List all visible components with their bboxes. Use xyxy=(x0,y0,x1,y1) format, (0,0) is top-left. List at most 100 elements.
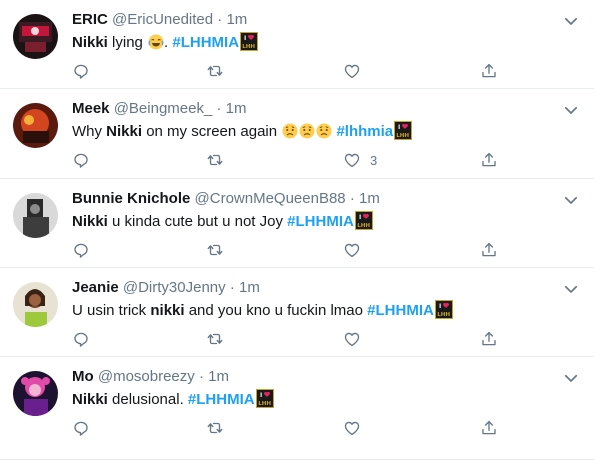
worried-emoji-icon xyxy=(282,123,298,139)
tweet-text-segment: Why xyxy=(72,123,107,140)
chevron-down-icon[interactable] xyxy=(562,101,580,119)
reply-button[interactable] xyxy=(72,150,90,170)
user-handle[interactable]: @CrownMeQueenB88 xyxy=(195,190,346,207)
hashtag-link[interactable]: #LHHMIA xyxy=(188,391,255,408)
timestamp[interactable]: 1m xyxy=(239,279,260,296)
like-icon[interactable] xyxy=(343,241,361,259)
svg-text:LHH: LHH xyxy=(242,44,255,50)
tweet-text: Nikki delusional. #LHHMIA I LHH xyxy=(72,389,274,411)
tweet-actions: 3 xyxy=(72,150,512,170)
display-name[interactable]: Mo xyxy=(72,368,94,385)
separator-dot: · xyxy=(217,11,223,28)
display-name[interactable]: ERIC xyxy=(72,11,108,28)
hashtag-link[interactable]: #LHHMIA xyxy=(367,302,434,319)
tweet-header: ERIC @EricUnedited · 1m xyxy=(72,10,247,30)
retweet-icon[interactable] xyxy=(206,151,224,169)
reply-icon[interactable] xyxy=(72,62,90,80)
separator-dot: · xyxy=(216,100,222,117)
chevron-down-icon[interactable] xyxy=(562,191,580,209)
retweet-button[interactable] xyxy=(206,418,224,438)
retweet-icon[interactable] xyxy=(206,62,224,80)
tweet[interactable]: Meek @Beingmeek_ · 1m Why Nikki on my sc… xyxy=(0,89,594,179)
avatar[interactable] xyxy=(13,193,58,238)
timestamp[interactable]: 1m xyxy=(226,11,247,28)
reply-button[interactable] xyxy=(72,329,90,349)
highlighted-keyword: Nikki xyxy=(72,213,108,230)
highlighted-keyword: Nikki xyxy=(106,123,143,140)
user-handle[interactable]: @Dirty30Jenny xyxy=(123,279,226,296)
tweet[interactable]: ERIC @EricUnedited · 1m Nikki lying . #L… xyxy=(0,0,594,89)
timestamp[interactable]: 1m xyxy=(208,368,229,385)
retweet-button[interactable] xyxy=(206,329,224,349)
share-button[interactable] xyxy=(480,150,498,170)
hashtag-link[interactable]: #LHHMIA xyxy=(287,213,354,230)
user-handle[interactable]: @mosobreezy xyxy=(98,368,195,385)
avatar[interactable] xyxy=(13,371,58,416)
like-icon[interactable] xyxy=(343,62,361,80)
share-icon[interactable] xyxy=(480,419,498,437)
reply-icon[interactable] xyxy=(72,330,90,348)
hashtag-link[interactable]: #LHHMIA xyxy=(172,34,239,51)
highlighted-keyword: Nikki xyxy=(72,34,108,51)
reply-button[interactable] xyxy=(72,61,90,81)
like-icon[interactable] xyxy=(343,330,361,348)
tweet-text-segment: u kinda cute but u not Joy xyxy=(107,213,288,230)
tweet[interactable]: Bunnie Knichole @CrownMeQueenB88 · 1m Ni… xyxy=(0,179,594,268)
reply-button[interactable] xyxy=(72,418,90,438)
like-button[interactable] xyxy=(343,240,361,260)
lhh-hashflag-icon: I LHH xyxy=(255,389,274,408)
hashtag-link[interactable]: #lhhmia xyxy=(336,123,393,140)
highlighted-keyword: nikki xyxy=(150,302,185,319)
tweet[interactable]: Mo @mosobreezy · 1m Nikki delusional. #L… xyxy=(0,357,594,460)
display-name[interactable]: Jeanie xyxy=(72,279,119,296)
reply-button[interactable] xyxy=(72,240,90,260)
share-icon[interactable] xyxy=(480,241,498,259)
svg-text:LHH: LHH xyxy=(357,223,370,229)
tweet-text-segment: and you kno u fuckin lmao xyxy=(184,302,368,319)
worried-emoji-icon xyxy=(316,123,332,139)
tweet[interactable]: Jeanie @Dirty30Jenny · 1m U usin trick n… xyxy=(0,268,594,357)
timestamp[interactable]: 1m xyxy=(359,190,380,207)
like-button[interactable] xyxy=(343,418,361,438)
chevron-down-icon[interactable] xyxy=(562,369,580,387)
retweet-button[interactable] xyxy=(206,61,224,81)
share-button[interactable] xyxy=(480,418,498,438)
chevron-down-icon[interactable] xyxy=(562,280,580,298)
retweet-icon[interactable] xyxy=(206,241,224,259)
like-button[interactable]: 3 xyxy=(343,150,377,170)
share-icon[interactable] xyxy=(480,62,498,80)
like-icon[interactable] xyxy=(343,151,361,169)
user-handle[interactable]: @Beingmeek_ xyxy=(114,100,213,117)
svg-text:I: I xyxy=(398,124,400,131)
reply-icon[interactable] xyxy=(72,419,90,437)
svg-text:LHH: LHH xyxy=(258,401,271,407)
reply-icon[interactable] xyxy=(72,241,90,259)
share-icon[interactable] xyxy=(480,151,498,169)
display-name[interactable]: Meek xyxy=(72,100,110,117)
share-icon[interactable] xyxy=(480,330,498,348)
display-name[interactable]: Bunnie Knichole xyxy=(72,190,190,207)
retweet-button[interactable] xyxy=(206,150,224,170)
joy-emoji-icon xyxy=(148,34,164,50)
avatar[interactable] xyxy=(13,103,58,148)
tweet-text: U usin trick nikki and you kno u fuckin … xyxy=(72,300,453,322)
tweet-text-segment: U usin trick xyxy=(72,302,151,319)
like-button[interactable] xyxy=(343,61,361,81)
chevron-down-icon[interactable] xyxy=(562,12,580,30)
share-button[interactable] xyxy=(480,61,498,81)
share-button[interactable] xyxy=(480,329,498,349)
avatar[interactable] xyxy=(13,14,58,59)
user-handle[interactable]: @EricUnedited xyxy=(112,11,213,28)
avatar[interactable] xyxy=(13,282,58,327)
retweet-button[interactable] xyxy=(206,240,224,260)
reply-icon[interactable] xyxy=(72,151,90,169)
tweet-actions xyxy=(72,418,512,438)
like-icon[interactable] xyxy=(343,419,361,437)
timestamp[interactable]: 1m xyxy=(226,100,247,117)
retweet-icon[interactable] xyxy=(206,330,224,348)
share-button[interactable] xyxy=(480,240,498,260)
tweet-actions xyxy=(72,61,512,81)
like-button[interactable] xyxy=(343,329,361,349)
tweet-actions xyxy=(72,329,512,349)
retweet-icon[interactable] xyxy=(206,419,224,437)
